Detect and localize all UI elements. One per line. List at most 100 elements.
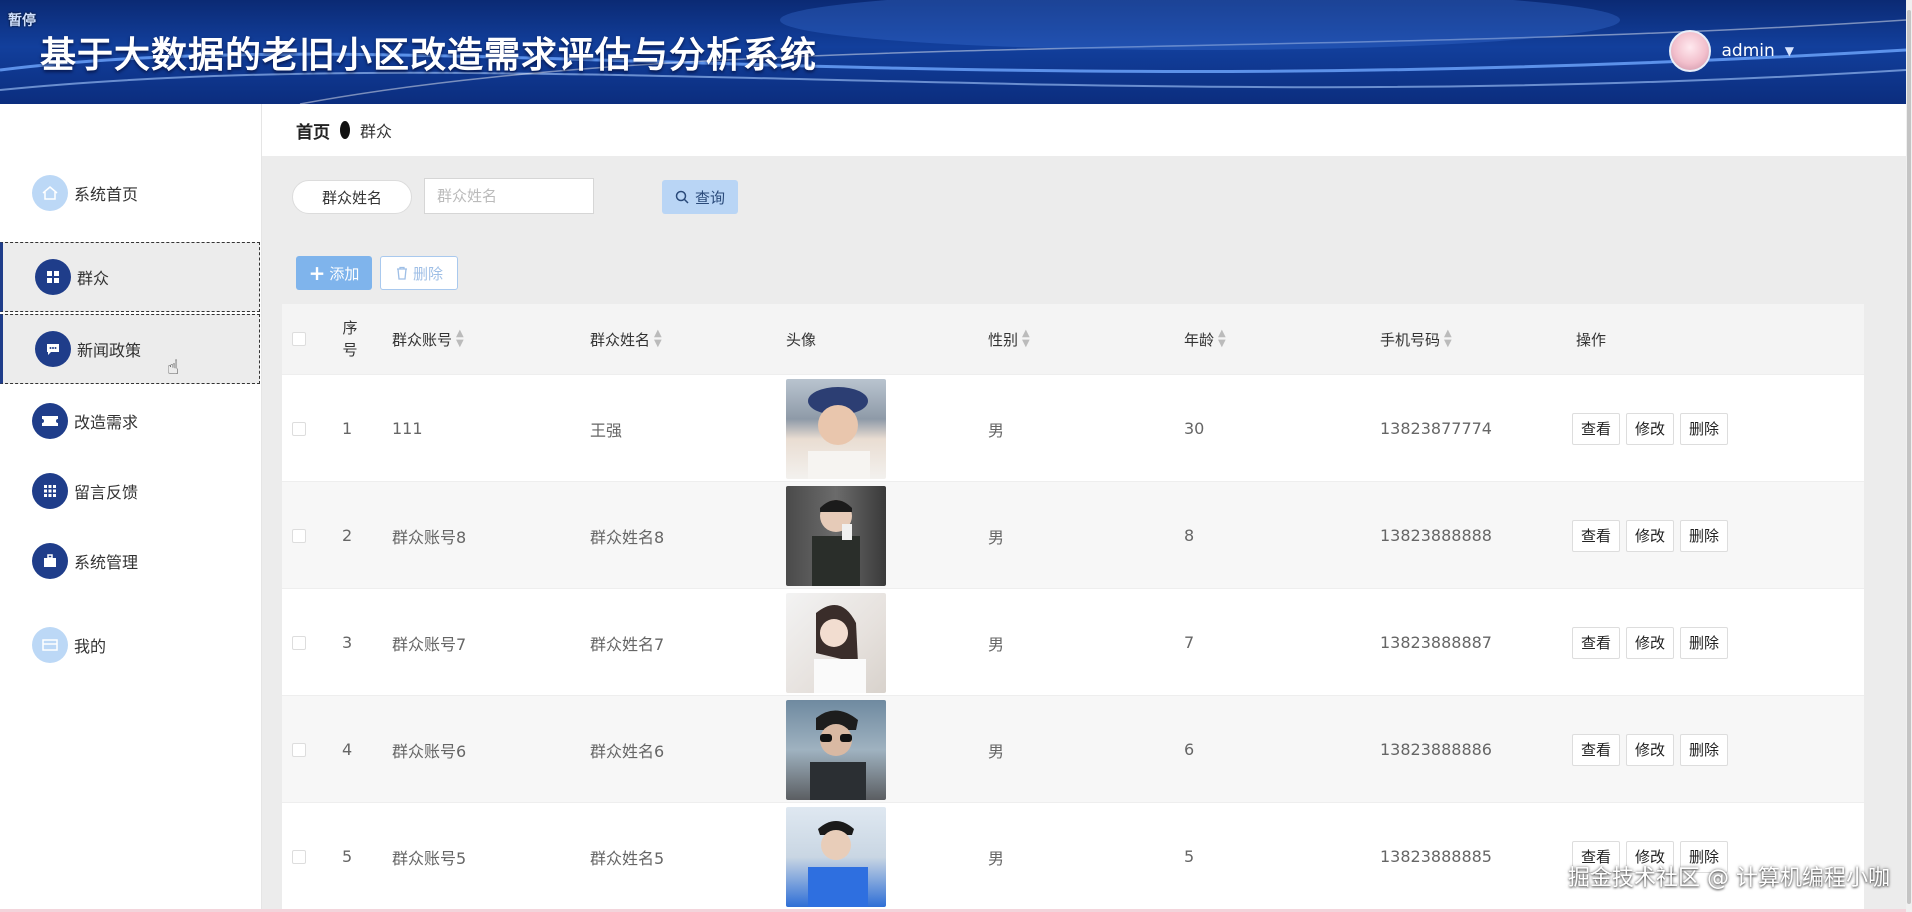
add-button-label: 添加	[329, 264, 360, 283]
cell-avatar	[786, 375, 886, 482]
cell-ops: 查看 修改 删除	[1572, 803, 1729, 910]
breadcrumb-home[interactable]: 首页	[296, 118, 330, 143]
sidebar-item-feedback[interactable]: 留言反馈	[0, 456, 260, 526]
search-input[interactable]	[424, 178, 594, 214]
sidebar-item-label: 留言反馈	[74, 483, 139, 502]
cell-index: 4	[342, 740, 353, 759]
cell-avatar	[786, 696, 886, 803]
sidebar-item-label: 新闻政策	[77, 341, 142, 360]
cell-avatar	[786, 589, 886, 696]
col-gender[interactable]: 性别 ▲ ▼	[988, 304, 1030, 374]
user-name[interactable]: admin	[1721, 41, 1774, 61]
col-account[interactable]: 群众账号 ▲ ▼	[392, 304, 464, 374]
main-content: 群众姓名 查询 + 添加 删除 序号 群众账号▲▼ 群众姓名▲▼ 头像 性别▲▼…	[262, 156, 1906, 912]
edit-button[interactable]: 修改	[1626, 626, 1675, 659]
apps-icon	[32, 473, 68, 509]
edit-button[interactable]: 修改	[1626, 733, 1675, 766]
row-checkbox[interactable]	[292, 589, 306, 696]
view-button[interactable]: 查看	[1572, 733, 1621, 766]
col-gender-label: 性别	[988, 330, 1019, 349]
view-button[interactable]: 查看	[1572, 412, 1621, 445]
edit-button[interactable]: 修改	[1626, 519, 1675, 552]
sort-icon[interactable]: ▲ ▼	[1022, 329, 1030, 349]
delete-button[interactable]: 删除	[1680, 412, 1729, 445]
sort-icon[interactable]: ▲ ▼	[1444, 329, 1452, 349]
col-age[interactable]: 年龄 ▲ ▼	[1184, 304, 1226, 374]
sidebar-item-label: 系统首页	[74, 185, 139, 204]
masses-table: 序号 群众账号 ▲ ▼ 群众姓名 ▲ ▼ 头像 性别 ▲ ▼ 年龄 ▲ ▼ 手机号码 ▲ ▼ 操作 …	[282, 304, 1864, 912]
row-checkbox[interactable]	[292, 482, 306, 589]
table-row: 1 111 王强 男 30 13823877774 查看 修改 删除	[282, 374, 1864, 481]
col-phone[interactable]: 手机号码 ▲ ▼	[1380, 304, 1452, 374]
delete-button[interactable]: 删除	[1680, 519, 1729, 552]
cell-gender: 男	[988, 741, 1005, 761]
cell-account: 群众账号8	[392, 527, 467, 547]
user-avatar[interactable]	[1669, 30, 1712, 72]
row-checkbox[interactable]	[292, 375, 306, 482]
cell-index: 5	[342, 847, 353, 866]
caret-down-icon[interactable]: ▼	[1785, 44, 1794, 58]
sidebar-item-label: 改造需求	[74, 413, 139, 432]
scrollbar-thumb[interactable]	[1907, 10, 1911, 904]
row-checkbox[interactable]	[292, 696, 306, 803]
cell-index: 2	[342, 526, 353, 545]
cell-ops: 查看 修改 删除	[1572, 375, 1729, 482]
breadcrumb: 首页 群众	[262, 104, 1906, 156]
cell-gender: 男	[988, 420, 1005, 440]
grid-icon	[35, 259, 71, 295]
cell-index: 1	[342, 419, 353, 438]
delete-button[interactable]: 删除	[1680, 626, 1729, 659]
cell-phone: 13823888885	[1380, 847, 1492, 866]
view-button[interactable]: 查看	[1572, 626, 1621, 659]
add-button[interactable]: + 添加	[296, 256, 372, 290]
sidebar-item-renovation[interactable]: 改造需求	[0, 386, 260, 456]
select-all-checkbox[interactable]	[292, 304, 306, 374]
table-row: 3 群众账号7 群众姓名7 男 7 13823888887 查看 修改 删除	[282, 588, 1864, 695]
sidebar-item-masses[interactable]: 群众	[0, 242, 260, 312]
cell-phone: 13823888886	[1380, 740, 1492, 759]
sort-icon[interactable]: ▲ ▼	[654, 329, 662, 349]
col-phone-label: 手机号码	[1380, 330, 1441, 349]
batch-delete-button[interactable]: 删除	[380, 256, 458, 290]
sidebar: 系统首页 群众 新闻政策 ☝ 改造需求 留言反馈 系统管理 我的	[0, 104, 262, 912]
vertical-scrollbar[interactable]	[1906, 0, 1912, 912]
row-checkbox[interactable]	[292, 803, 306, 910]
col-account-label: 群众账号	[392, 330, 453, 349]
breadcrumb-current: 群众	[360, 122, 393, 141]
edit-button[interactable]: 修改	[1626, 412, 1675, 445]
app-title: 基于大数据的老旧小区改造需求评估与分析系统	[40, 35, 818, 76]
cell-age: 7	[1184, 633, 1195, 652]
search-icon	[675, 190, 689, 204]
sort-icon[interactable]: ▲ ▼	[456, 329, 464, 349]
cell-account: 群众账号6	[392, 741, 467, 761]
sidebar-item-home[interactable]: 系统首页	[0, 158, 260, 228]
col-ops: 操作	[1576, 330, 1607, 349]
cell-avatar	[786, 803, 886, 910]
col-name[interactable]: 群众姓名 ▲ ▼	[590, 304, 662, 374]
cell-ops: 查看 修改 删除	[1572, 482, 1729, 589]
user-menu[interactable]: admin ▼	[1669, 30, 1794, 72]
query-button[interactable]: 查询	[662, 180, 738, 214]
sidebar-item-mine[interactable]: 我的	[0, 610, 260, 680]
cell-account: 群众账号5	[392, 848, 467, 868]
table-row: 5 群众账号5 群众姓名5 男 5 13823888885 查看 修改 删除	[282, 802, 1864, 909]
cell-phone: 13823888888	[1380, 526, 1492, 545]
briefcase-icon	[32, 543, 68, 579]
delete-button[interactable]: 删除	[1680, 733, 1729, 766]
cell-gender: 男	[988, 634, 1005, 654]
search-label: 群众姓名	[292, 180, 412, 214]
cell-ops: 查看 修改 删除	[1572, 696, 1729, 803]
view-button[interactable]: 查看	[1572, 519, 1621, 552]
sidebar-item-news[interactable]: 新闻政策 ☝	[0, 314, 260, 384]
avatar-photo	[786, 485, 886, 586]
col-avatar: 头像	[786, 330, 817, 349]
cell-gender: 男	[988, 527, 1005, 547]
sidebar-item-system[interactable]: 系统管理	[0, 526, 260, 596]
chat-icon	[35, 331, 71, 367]
home-icon	[32, 175, 68, 211]
sidebar-item-label: 系统管理	[74, 553, 139, 572]
sort-icon[interactable]: ▲ ▼	[1218, 329, 1226, 349]
sidebar-item-label: 群众	[77, 269, 110, 288]
cell-phone: 13823888887	[1380, 633, 1492, 652]
batch-delete-label: 删除	[412, 264, 443, 283]
